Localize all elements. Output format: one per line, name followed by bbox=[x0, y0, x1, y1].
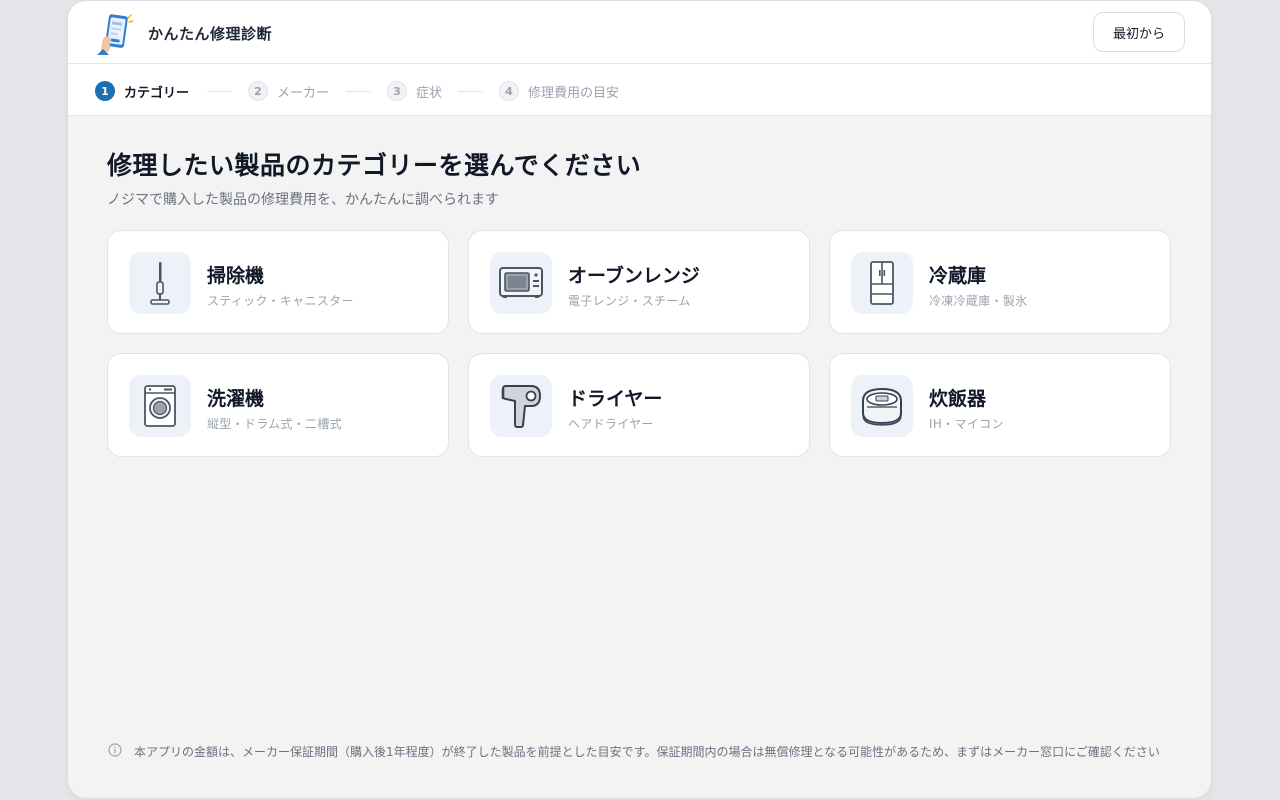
step-label: 症状 bbox=[416, 85, 443, 101]
app-title: かんたん修理診断 bbox=[148, 25, 273, 43]
category-subtitle: IH・マイコン bbox=[929, 417, 1004, 431]
step-category: 1 カテゴリー bbox=[95, 81, 189, 101]
refrigerator-icon bbox=[851, 252, 913, 314]
page-subtitle: ノジマで購入した製品の修理費用を、かんたんに調べられます bbox=[107, 192, 499, 208]
step-number: 4 bbox=[499, 81, 519, 101]
category-title: 炊飯器 bbox=[929, 388, 987, 410]
category-card-refrigerator[interactable]: 冷蔵庫 冷凍冷蔵庫・製氷 bbox=[829, 230, 1171, 334]
step-label: カテゴリー bbox=[124, 85, 190, 101]
rice-cooker-icon bbox=[851, 375, 913, 437]
progress-stepper: 1 カテゴリー 2 メーカー 3 症状 4 修理費用の目安 bbox=[68, 64, 1211, 116]
category-subtitle: ヘアドライヤー bbox=[568, 417, 654, 431]
info-icon bbox=[108, 743, 122, 757]
step-divider bbox=[346, 91, 371, 92]
step-number: 1 bbox=[95, 81, 115, 101]
vacuum-cleaner-icon bbox=[129, 252, 191, 314]
step-number: 3 bbox=[387, 81, 407, 101]
step-symptom: 3 症状 bbox=[387, 81, 442, 101]
phone-app-logo-icon bbox=[97, 14, 134, 55]
category-subtitle: スティック・キャニスター bbox=[207, 294, 354, 308]
step-label: 修理費用の目安 bbox=[528, 85, 620, 101]
step-label: メーカー bbox=[277, 85, 330, 101]
washing-machine-icon bbox=[129, 375, 191, 437]
category-title: 掃除機 bbox=[207, 265, 265, 287]
hair-dryer-icon bbox=[490, 375, 552, 437]
header: かんたん修理診断 最初から bbox=[68, 1, 1211, 64]
category-title: ドライヤー bbox=[568, 388, 663, 410]
page-title: 修理したい製品のカテゴリーを選んでください bbox=[107, 151, 642, 180]
category-card-vacuum[interactable]: 掃除機 スティック・キャニスター bbox=[107, 230, 449, 334]
restart-button[interactable]: 最初から bbox=[1093, 12, 1185, 52]
step-repair-cost: 4 修理費用の目安 bbox=[499, 81, 619, 101]
category-subtitle: 電子レンジ・スチーム bbox=[568, 294, 691, 308]
category-card-microwave[interactable]: オーブンレンジ 電子レンジ・スチーム bbox=[468, 230, 810, 334]
category-card-hair-dryer[interactable]: ドライヤー ヘアドライヤー bbox=[468, 353, 810, 457]
category-subtitle: 冷凍冷蔵庫・製氷 bbox=[929, 294, 1028, 308]
category-subtitle: 縦型・ドラム式・二槽式 bbox=[207, 417, 342, 431]
step-divider bbox=[458, 91, 483, 92]
microwave-oven-icon bbox=[490, 252, 552, 314]
step-maker: 2 メーカー bbox=[248, 81, 329, 101]
disclaimer-text: 本アプリの金額は、メーカー保証期間（購入後1年程度）が終了した製品を前提とした目… bbox=[134, 745, 1160, 759]
app-window: かんたん修理診断 最初から 1 カテゴリー 2 メーカー 3 症状 4 修理費用… bbox=[68, 1, 1211, 798]
step-number: 2 bbox=[248, 81, 268, 101]
category-title: 洗濯機 bbox=[207, 388, 265, 410]
category-card-washing-machine[interactable]: 洗濯機 縦型・ドラム式・二槽式 bbox=[107, 353, 449, 457]
category-title: 冷蔵庫 bbox=[929, 265, 987, 287]
step-divider bbox=[207, 91, 232, 92]
category-title: オーブンレンジ bbox=[568, 265, 700, 287]
category-card-rice-cooker[interactable]: 炊飯器 IH・マイコン bbox=[829, 353, 1171, 457]
